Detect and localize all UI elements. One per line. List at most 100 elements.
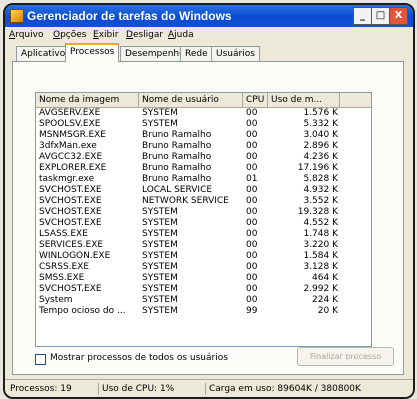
- cell-image-name: 3dfxMan.exe: [39, 141, 97, 151]
- maximize-button[interactable]: □: [371, 7, 390, 25]
- table-row[interactable]: SVCHOST.EXE LOCAL SERVICE 00 4.932 K: [36, 185, 371, 196]
- show-all-processes-label[interactable]: Mostrar processos de todos os usuários: [50, 353, 228, 363]
- menu-ajuda[interactable]: Ajuda: [168, 30, 194, 40]
- table-row[interactable]: taskmgr.exe Bruno Ramalho 01 5.828 K: [36, 174, 371, 185]
- cell-image-name: SVCHOST.EXE: [39, 196, 102, 206]
- table-row[interactable]: WINLOGON.EXE SYSTEM 00 1.584 K: [36, 251, 371, 262]
- cell-memory: 4.236 K: [303, 152, 338, 162]
- menu-arquivo[interactable]: Arquivo: [9, 30, 43, 40]
- cell-image-name: SMSS.EXE: [39, 273, 85, 283]
- table-row[interactable]: EXPLORER.EXE Bruno Ramalho 00 17.196 K: [36, 163, 371, 174]
- cell-user-name: NETWORK SERVICE: [142, 196, 229, 206]
- cell-user-name: SYSTEM: [142, 207, 178, 217]
- table-row[interactable]: MSNMSGR.EXE Bruno Ramalho 00 3.040 K: [36, 130, 371, 141]
- table-body: AVGSERV.EXE SYSTEM 00 1.576 K SPOOLSV.EXE SYS…: [36, 108, 371, 317]
- cell-cpu: 00: [246, 152, 258, 162]
- cell-memory: 17.196 K: [297, 163, 338, 173]
- column-header-image-name[interactable]: Nome da imagem: [36, 93, 139, 107]
- close-button[interactable]: X: [389, 7, 408, 25]
- menu-bar: Arquivo Opções Exibir Desligar Ajuda: [5, 27, 413, 43]
- task-manager-icon: [10, 9, 24, 23]
- minimize-button[interactable]: _: [353, 7, 372, 25]
- window-title: Gerenciador de tarefas do Windows: [27, 9, 232, 23]
- cell-memory: 3.220 K: [303, 240, 338, 250]
- cell-cpu: 00: [246, 262, 258, 272]
- cell-image-name: taskmgr.exe: [39, 174, 95, 184]
- cell-cpu: 99: [246, 306, 258, 316]
- status-memory: Carga em uso: 89604K / 380800K: [205, 383, 361, 395]
- cell-image-name: SERVICES.EXE: [39, 240, 104, 250]
- cell-cpu: 00: [246, 119, 258, 129]
- cell-image-name: SVCHOST.EXE: [39, 218, 102, 228]
- end-process-button[interactable]: Finalizar processo: [297, 347, 394, 366]
- process-list[interactable]: Nome da imagem Nome de usuário CPU Uso d…: [35, 92, 372, 347]
- cell-user-name: Bruno Ramalho: [142, 130, 212, 140]
- cell-cpu: 00: [246, 218, 258, 228]
- menu-exibir[interactable]: Exibir: [93, 30, 118, 40]
- column-header-memory[interactable]: Uso de m...: [268, 93, 340, 107]
- cell-user-name: SYSTEM: [142, 218, 178, 228]
- cell-user-name: SYSTEM: [142, 119, 178, 129]
- table-row[interactable]: AVGSERV.EXE SYSTEM 00 1.576 K: [36, 108, 371, 119]
- cell-user-name: SYSTEM: [142, 295, 178, 305]
- cell-user-name: SYSTEM: [142, 251, 178, 261]
- cell-image-name: SVCHOST.EXE: [39, 185, 102, 195]
- tab-usuarios[interactable]: Usuários: [211, 46, 260, 61]
- cell-memory: 20 K: [317, 306, 338, 316]
- cell-memory: 4.552 K: [303, 218, 338, 228]
- cell-user-name: SYSTEM: [142, 240, 178, 250]
- cell-cpu: 00: [246, 284, 258, 294]
- cell-cpu: 00: [246, 141, 258, 151]
- tab-processos[interactable]: Processos: [65, 43, 120, 62]
- column-header-cpu[interactable]: CPU: [243, 93, 268, 107]
- column-header-user-name[interactable]: Nome de usuário: [139, 93, 243, 107]
- menu-desligar[interactable]: Desligar: [126, 30, 163, 40]
- cell-image-name: MSNMSGR.EXE: [39, 130, 106, 140]
- cell-image-name: CSRSS.EXE: [39, 262, 90, 272]
- table-row[interactable]: AVGCC32.EXE Bruno Ramalho 00 4.236 K: [36, 152, 371, 163]
- cell-image-name: LSASS.EXE: [39, 229, 88, 239]
- table-row[interactable]: SVCHOST.EXE SYSTEM 00 19.328 K: [36, 207, 371, 218]
- menu-opcoes[interactable]: Opções: [53, 30, 87, 40]
- table-row[interactable]: SPOOLSV.EXE SYSTEM 00 5.332 K: [36, 119, 371, 130]
- cell-memory: 464 K: [312, 273, 338, 283]
- cell-memory: 2.896 K: [303, 141, 338, 151]
- table-row[interactable]: 3dfxMan.exe Bruno Ramalho 00 2.896 K: [36, 141, 371, 152]
- cell-image-name: AVGSERV.EXE: [39, 108, 101, 118]
- cell-cpu: 00: [246, 207, 258, 217]
- cell-memory: 4.932 K: [303, 185, 338, 195]
- table-row[interactable]: SVCHOST.EXE SYSTEM 00 2.992 K: [36, 284, 371, 295]
- table-row[interactable]: SMSS.EXE SYSTEM 00 464 K: [36, 273, 371, 284]
- table-header: Nome da imagem Nome de usuário CPU Uso d…: [36, 93, 371, 108]
- cell-user-name: LOCAL SERVICE: [142, 185, 213, 195]
- table-row[interactable]: SVCHOST.EXE SYSTEM 00 4.552 K: [36, 218, 371, 229]
- cell-cpu: 00: [246, 185, 258, 195]
- table-row[interactable]: CSRSS.EXE SYSTEM 00 3.128 K: [36, 262, 371, 273]
- cell-cpu: 00: [246, 251, 258, 261]
- table-row[interactable]: System SYSTEM 00 224 K: [36, 295, 371, 306]
- cell-image-name: WINLOGON.EXE: [39, 251, 111, 261]
- cell-memory: 3.552 K: [303, 196, 338, 206]
- cell-image-name: SVCHOST.EXE: [39, 284, 102, 294]
- cell-memory: 3.128 K: [303, 262, 338, 272]
- cell-memory: 5.828 K: [303, 174, 338, 184]
- table-row[interactable]: SERVICES.EXE SYSTEM 00 3.220 K: [36, 240, 371, 251]
- cell-cpu: 00: [246, 229, 258, 239]
- cell-cpu: 00: [246, 273, 258, 283]
- table-row[interactable]: Tempo ocioso do ... SYSTEM 99 20 K: [36, 306, 371, 317]
- table-row[interactable]: LSASS.EXE SYSTEM 00 1.748 K: [36, 229, 371, 240]
- cell-user-name: Bruno Ramalho: [142, 174, 212, 184]
- cell-cpu: 00: [246, 295, 258, 305]
- cell-memory: 5.332 K: [303, 119, 338, 129]
- cell-memory: 2.992 K: [303, 284, 338, 294]
- show-all-processes-checkbox[interactable]: [35, 354, 46, 365]
- cell-image-name: System: [39, 295, 73, 305]
- cell-user-name: SYSTEM: [142, 306, 178, 316]
- cell-user-name: Bruno Ramalho: [142, 152, 212, 162]
- title-bar[interactable]: Gerenciador de tarefas do Windows _ □ X: [5, 5, 413, 27]
- table-row[interactable]: SVCHOST.EXE NETWORK SERVICE 00 3.552 K: [36, 196, 371, 207]
- cell-user-name: SYSTEM: [142, 229, 178, 239]
- cell-user-name: Bruno Ramalho: [142, 163, 212, 173]
- status-bar: Processos: 19 Uso de CPU: 1% Carga em us…: [5, 379, 413, 397]
- tab-rede[interactable]: Rede: [180, 46, 213, 61]
